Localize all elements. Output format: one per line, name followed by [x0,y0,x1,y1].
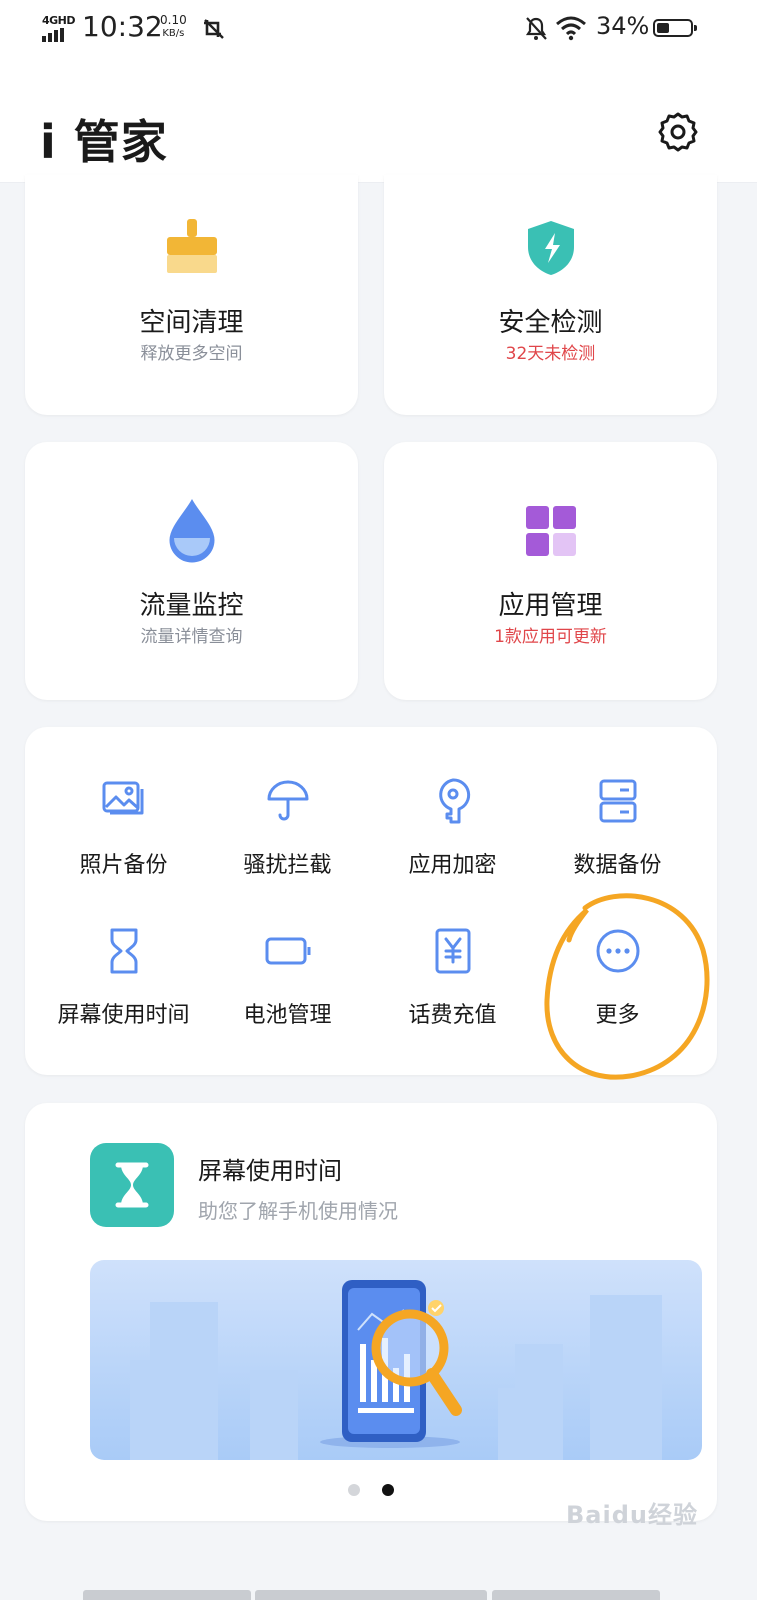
tool-label: 屏幕使用时间 [57,1003,190,1028]
battery-percent: 34% [596,12,650,40]
screen-time-banner[interactable] [90,1260,702,1460]
phone-magnifier-illustration [130,1280,662,1460]
battery-icon [653,19,697,37]
page-title: i 管家 [40,115,168,169]
signal-bars-icon [42,28,64,42]
feature-title: 安全检测 [498,308,603,338]
tool-label: 骚扰拦截 [243,853,332,878]
status-bar: 4GHD 10:32 0.10 KB/s 34% [0,0,757,62]
feature-card-traffic-monitor[interactable]: 流量监控 流量详情查询 [25,442,358,700]
tool-photo-backup[interactable]: 照片备份 [41,777,206,907]
tool-label: 数据备份 [573,853,662,878]
key-icon [438,778,470,824]
highlight-circle-annotation [544,893,710,1080]
tool-app-lock[interactable]: 应用加密 [370,777,535,907]
app-bar: i 管家 [0,62,757,183]
feature-subtitle: 1款应用可更新 [494,627,607,647]
tool-harassment-block[interactable]: 骚扰拦截 [205,777,370,907]
clock: 10:32 [82,10,163,43]
hourglass-icon [110,928,137,974]
feature-title: 空间清理 [139,308,244,338]
bottom-tab-indicator [83,1590,251,1600]
tool-label: 话费充值 [408,1003,497,1028]
tool-label: 照片备份 [79,853,168,878]
hourglass-icon [115,1162,149,1208]
screen-time-card[interactable]: 屏幕使用时间 助您了解手机使用情况 [25,1103,717,1521]
tool-screen-time[interactable]: 屏幕使用时间 [41,927,206,1057]
tool-phone-recharge[interactable]: 话费充值 [370,927,535,1057]
wifi-icon [556,16,586,41]
battery-icon [265,937,310,965]
feature-subtitle: 流量详情查询 [140,627,243,647]
shield-icon [527,221,574,275]
feature-subtitle: 释放更多空间 [140,344,243,364]
photo-icon [102,781,143,815]
tool-label: 电池管理 [243,1003,332,1028]
screen-time-title: 屏幕使用时间 [198,1157,342,1185]
bell-muted-icon [525,17,547,40]
umbrella-icon [267,780,308,821]
net-speed-unit: KB/s [162,28,185,39]
screenshot-off-icon [204,19,224,39]
network-type: 4GHD [42,14,76,27]
carousel-dot[interactable] [348,1484,360,1496]
feature-card-app-manager[interactable]: 应用管理 1款应用可更新 [384,442,717,700]
net-speed: 0.10 KB/s [160,14,187,40]
net-speed-value: 0.10 [160,13,187,27]
tool-label: 应用加密 [408,853,497,878]
feature-card-security-check[interactable]: 安全检测 32天未检测 [384,175,717,415]
feature-title: 流量监控 [139,591,244,621]
apps-grid-icon [525,506,576,556]
feature-card-space-clean[interactable]: 空间清理 释放更多空间 [25,175,358,415]
signal-indicator: 4GHD [42,14,76,44]
watermark: Baidu经验 [566,1501,698,1529]
tool-battery-manage[interactable]: 电池管理 [205,927,370,1057]
bottom-tab-indicator [492,1590,660,1600]
carousel-dot-active[interactable] [382,1484,394,1496]
bottom-tab-indicator [255,1590,487,1600]
screen-time-app-icon [90,1143,174,1227]
screen-time-subtitle: 助您了解手机使用情况 [198,1199,398,1223]
storage-icon [599,779,636,823]
gear-icon[interactable] [656,110,700,154]
broom-icon [166,219,217,273]
droplet-icon [168,499,215,563]
yen-icon [435,928,470,974]
feature-title: 应用管理 [498,591,603,621]
feature-subtitle: 32天未检测 [505,344,596,364]
